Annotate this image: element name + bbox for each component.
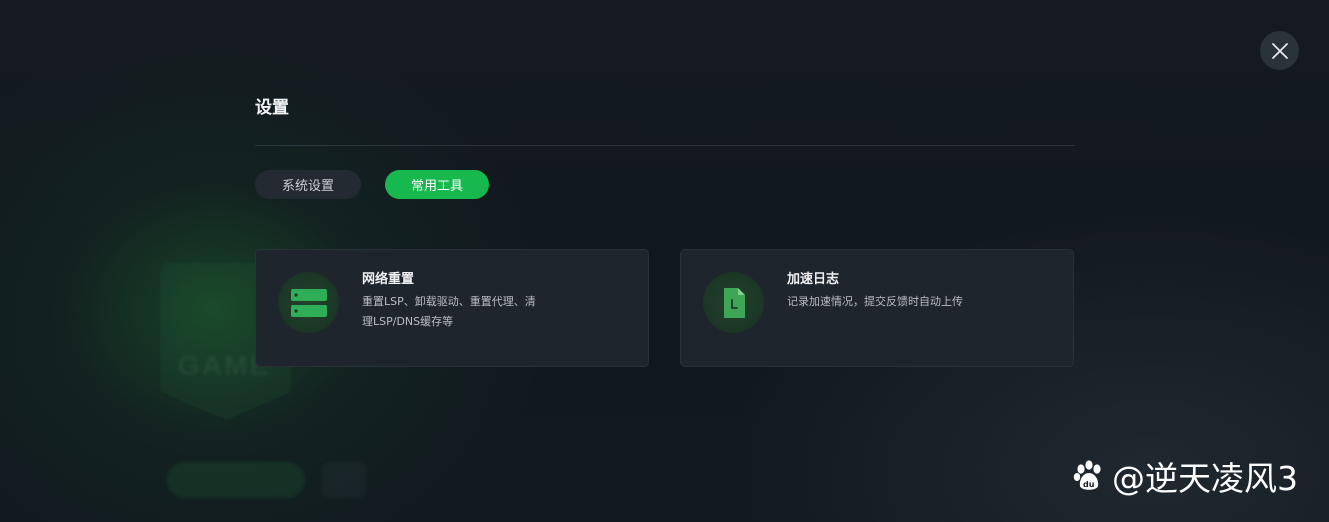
network-reset-icon-badge — [278, 272, 339, 333]
network-reset-card[interactable]: 网络重置 重置LSP、卸载驱动、重置代理、清理LSP/DNS缓存等 — [255, 249, 649, 367]
server-icon — [290, 288, 327, 317]
title-divider — [255, 145, 1075, 146]
tab-system-settings[interactable]: 系统设置 — [255, 170, 361, 199]
acceleration-log-description: 记录加速情况，提交反馈时自动上传 — [787, 295, 963, 308]
acceleration-log-title: 加速日志 — [787, 272, 840, 287]
network-reset-description: 重置LSP、卸载驱动、重置代理、清理LSP/DNS缓存等 — [362, 295, 536, 328]
log-file-icon — [723, 287, 745, 318]
baidu-paw-icon: du — [1073, 460, 1101, 490]
close-button[interactable] — [1260, 31, 1299, 70]
acceleration-log-card[interactable]: 加速日志 记录加速情况，提交反馈时自动上传 — [680, 249, 1074, 367]
close-icon — [1271, 42, 1288, 59]
tab-common-tools[interactable]: 常用工具 — [385, 170, 489, 199]
network-reset-title: 网络重置 — [362, 272, 415, 287]
acceleration-log-icon-badge — [703, 272, 764, 333]
watermark-text: @逆天凌风3 — [1112, 459, 1298, 498]
settings-title: 设置 — [255, 98, 289, 118]
svg-text:du: du — [1083, 480, 1095, 489]
watermark: du @逆天凌风3 — [1072, 452, 1298, 500]
background-blurred-button — [167, 462, 305, 498]
settings-overlay: GAME 设置 系统设置 常用工具 网络重置 重置LSP、卸载驱动、重置代理、清… — [0, 0, 1329, 522]
background-blurred-button — [322, 462, 366, 498]
